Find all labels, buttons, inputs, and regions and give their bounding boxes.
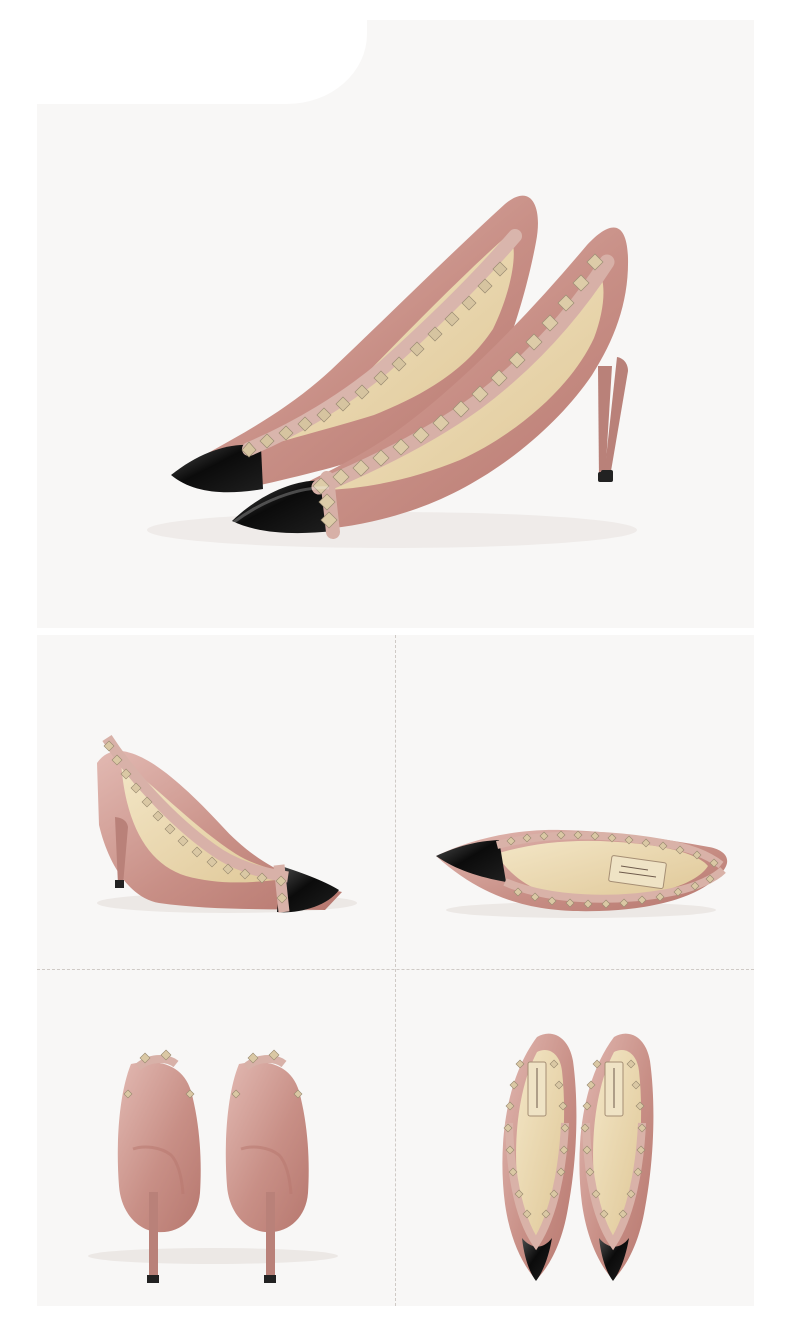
hero-image-panel <box>37 20 754 628</box>
shoe-pair-hero-image <box>147 195 637 548</box>
back-pair-shoe-image <box>88 1049 338 1283</box>
side-profile-shoe-image <box>97 735 357 913</box>
top-pair-shoe-image <box>502 1033 654 1281</box>
side-profile-image-cell <box>37 635 395 969</box>
product-gallery <box>0 0 790 1321</box>
top-side-image-cell <box>396 635 754 969</box>
detail-image-grid <box>37 635 754 1306</box>
top-side-shoe-image <box>436 829 728 918</box>
left-top-shoe <box>502 1033 577 1281</box>
top-pair-image-cell <box>396 970 754 1304</box>
right-top-shoe <box>579 1033 654 1281</box>
back-pair-image-cell <box>37 970 395 1304</box>
